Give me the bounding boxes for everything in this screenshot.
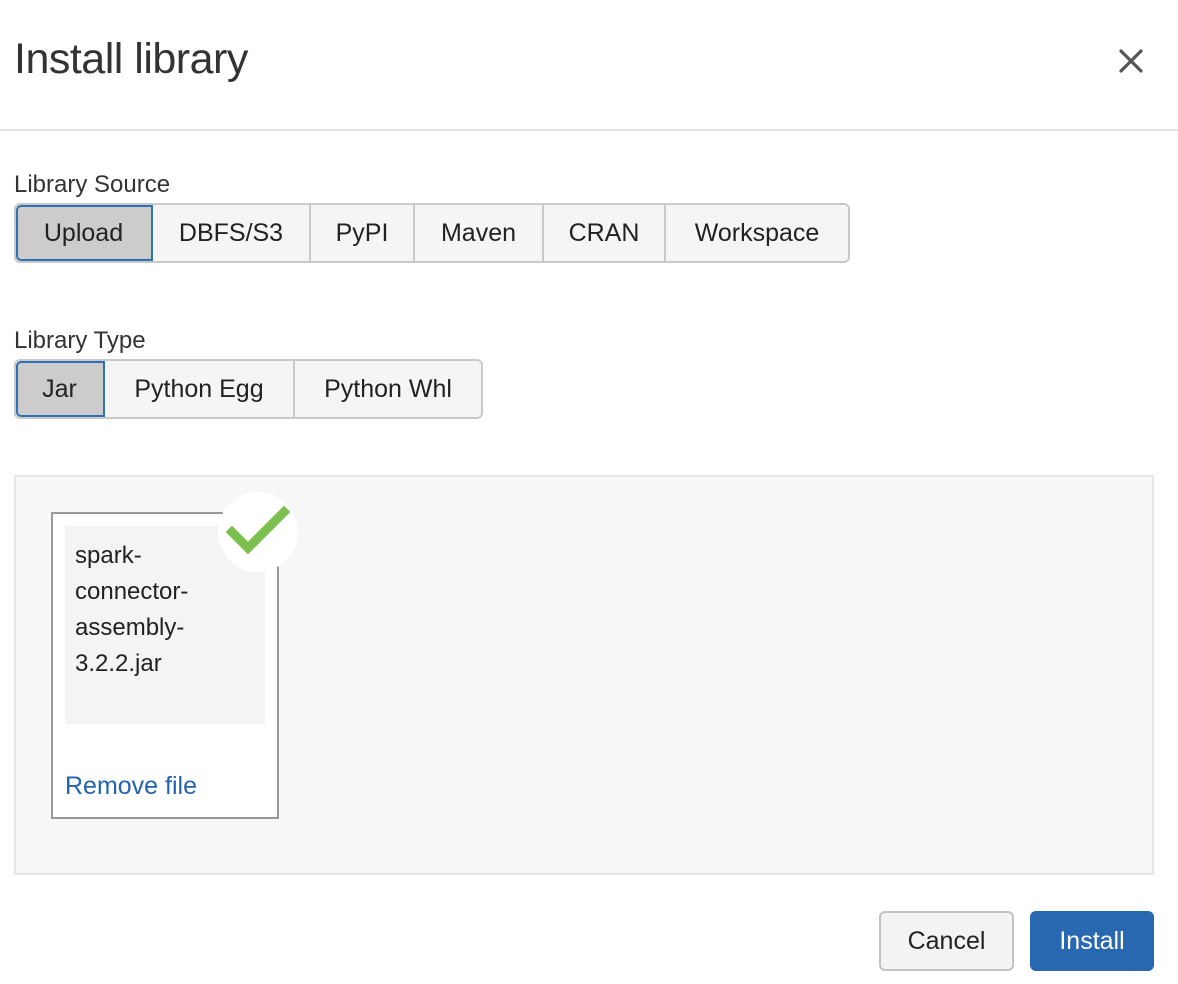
- cancel-button[interactable]: Cancel: [879, 911, 1014, 971]
- library-type-selector: Jar Python Egg Python Whl: [14, 359, 483, 419]
- close-button[interactable]: [1108, 38, 1154, 84]
- dialog-header: Install library: [0, 0, 1178, 131]
- upload-success-badge: [218, 492, 298, 572]
- file-name: spark-connector-assembly-3.2.2.jar: [75, 542, 189, 677]
- source-option-upload[interactable]: Upload: [16, 205, 153, 261]
- library-source-selector: Upload DBFS/S3 PyPI Maven CRAN Workspace: [14, 203, 850, 263]
- remove-file-link[interactable]: Remove file: [65, 770, 197, 802]
- check-icon: [218, 492, 298, 572]
- install-library-dialog: Install library Library Source Upload DB…: [0, 0, 1178, 984]
- type-option-python-whl[interactable]: Python Whl: [295, 361, 481, 417]
- source-option-workspace[interactable]: Workspace: [666, 205, 848, 261]
- type-option-python-egg[interactable]: Python Egg: [105, 361, 295, 417]
- library-source-label: Library Source: [14, 171, 171, 198]
- uploaded-file-card: spark-connector-assembly-3.2.2.jar Remov…: [51, 492, 298, 819]
- source-option-pypi[interactable]: PyPI: [311, 205, 415, 261]
- file-dropzone[interactable]: spark-connector-assembly-3.2.2.jar Remov…: [14, 475, 1154, 875]
- source-option-maven[interactable]: Maven: [415, 205, 544, 261]
- dialog-title: Install library: [14, 35, 248, 83]
- install-button[interactable]: Install: [1030, 911, 1154, 971]
- library-type-label: Library Type: [14, 327, 146, 354]
- source-option-cran[interactable]: CRAN: [544, 205, 666, 261]
- source-option-dbfs-s3[interactable]: DBFS/S3: [153, 205, 311, 261]
- close-icon: [1108, 38, 1154, 84]
- type-option-jar[interactable]: Jar: [16, 361, 105, 417]
